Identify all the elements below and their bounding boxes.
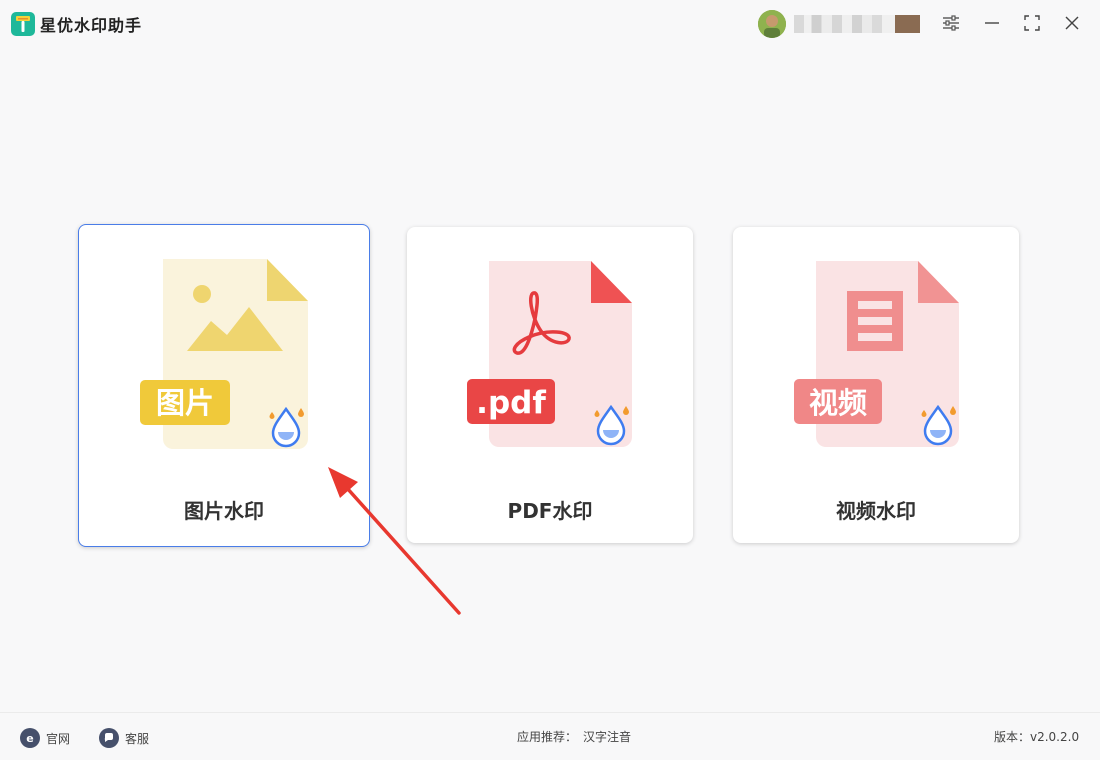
user-avatar[interactable] xyxy=(758,10,786,38)
version-text: 版本：v2.0.2.0 xyxy=(994,730,1080,744)
sliders-icon[interactable] xyxy=(940,12,962,34)
red-arrow-annotation xyxy=(328,467,461,615)
video-watermark-label: 视频水印 xyxy=(836,499,916,523)
app-recommendation: 应用推荐： 汉字注音 xyxy=(517,728,631,745)
support-label: 客服 xyxy=(125,731,150,746)
user-name-blurred[interactable] xyxy=(794,15,920,33)
video-badge-text: 视频 xyxy=(809,386,867,420)
image-badge-text: 图片 xyxy=(156,386,214,420)
app-logo-icon xyxy=(11,12,35,36)
website-label: 官网 xyxy=(46,731,71,746)
footer-bar: e 官网 客服 应用推荐： 汉字注音 版本：v2.0.2.0 xyxy=(0,712,1100,760)
title-bar: 星优水印助手 xyxy=(0,0,1100,46)
recommend-label: 应用推荐： xyxy=(517,730,578,744)
browser-e-icon: e xyxy=(20,728,40,748)
image-file-icon: 图片 xyxy=(140,259,308,449)
svg-text:e: e xyxy=(26,732,33,744)
chat-bubble-icon xyxy=(99,728,119,748)
pdf-file-icon: .pdf xyxy=(467,261,632,447)
video-file-icon: 视频 xyxy=(794,261,959,447)
website-link[interactable]: e 官网 xyxy=(20,728,70,748)
video-watermark-card[interactable]: 视频 视频水印 xyxy=(733,227,1019,543)
maximize-icon[interactable] xyxy=(1021,12,1043,34)
minimize-icon[interactable] xyxy=(981,12,1003,34)
support-link[interactable]: 客服 xyxy=(99,728,149,748)
close-icon[interactable] xyxy=(1061,12,1083,34)
pdf-badge-text: .pdf xyxy=(476,385,546,421)
app-title: 星优水印助手 xyxy=(40,16,143,35)
recommend-app-link[interactable]: 汉字注音 xyxy=(583,728,631,745)
app-window: 星优水印助手 图片 图片水印 .pdf PDF水印 视频 视频水印 e 官网 客… xyxy=(0,0,1100,760)
